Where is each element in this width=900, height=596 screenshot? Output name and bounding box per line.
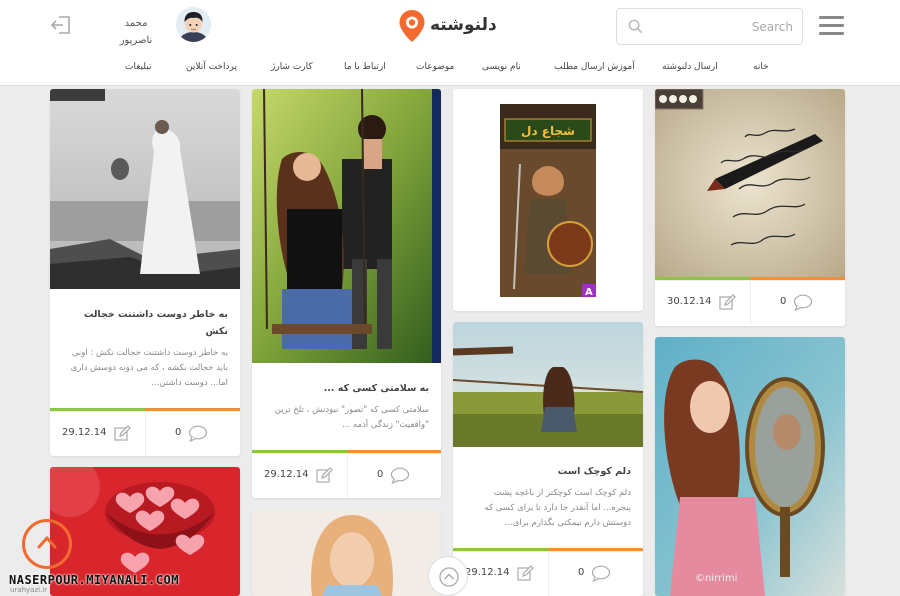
post-meta: 29.12.14 0 [50, 411, 240, 456]
post-meta: 29.12.14 0 [252, 453, 441, 498]
post-title[interactable]: به خاطر دوست داشتنت خجالت نکش [62, 306, 228, 340]
post-excerpt: سلامتی کسی که "تصور" نبودنش ، تلخ ترین "… [274, 405, 429, 430]
avatar[interactable] [176, 7, 211, 42]
post-image[interactable] [252, 510, 441, 596]
post-image[interactable] [252, 89, 441, 363]
location-pin-icon [399, 10, 425, 42]
post-meta: 30.12.14 0 [655, 280, 845, 325]
post-title[interactable]: دلم کوچک است [465, 463, 631, 480]
post-image[interactable] [50, 89, 240, 289]
post-excerpt: دلم کوچک است کوچکتر از باغچه پشت پنجره..… [484, 488, 631, 528]
post-meta: 29.12.14 0 [453, 551, 643, 596]
post-card[interactable]: به خاطر دوست داشتنت خجالت نکش به خاطر دو… [50, 89, 240, 456]
search-icon[interactable] [628, 19, 643, 34]
scroll-up-button[interactable] [428, 556, 468, 596]
post-excerpt: به خاطر دوست داشتنت خجالت نکش : اونی بای… [70, 348, 228, 388]
menu-icon[interactable] [819, 16, 844, 36]
comment-icon[interactable] [188, 425, 208, 442]
site-mark-text: urahyazi.ir [10, 586, 48, 594]
search-box [616, 8, 803, 45]
nav-item-charge-card[interactable]: کارت شارژ [271, 62, 313, 72]
chevron-up-icon [37, 536, 57, 549]
nav-item-online-payment[interactable]: پرداخت آنلاین [186, 62, 237, 72]
user-last-name: ناصرپور [119, 35, 153, 46]
logo-text: دلنوشته [430, 15, 497, 35]
post-image[interactable]: A شجاع دل [500, 104, 596, 297]
nav-item-home[interactable]: خانه [753, 62, 769, 72]
logout-icon[interactable] [50, 14, 72, 36]
post-image[interactable] [453, 322, 643, 447]
post-date: 30.12.14 [667, 296, 712, 307]
user-name[interactable]: محمد ناصرپور [100, 15, 172, 49]
nav-item-contact[interactable]: ارتباط با ما [344, 62, 386, 72]
site-logo[interactable]: دلنوشته [398, 9, 498, 43]
watermark-text: NASERPOUR.MIYANALI.COM [9, 573, 179, 587]
edit-icon[interactable] [719, 294, 736, 311]
comment-count: 0 [175, 427, 182, 438]
game-title: شجاع دل [521, 124, 575, 138]
post-date: 29.12.14 [62, 427, 107, 438]
comment-count: 0 [780, 296, 787, 307]
comment-count: 0 [377, 469, 384, 480]
comment-count: 0 [578, 567, 585, 578]
comment-icon[interactable] [793, 294, 813, 311]
user-first-name: محمد [124, 18, 148, 29]
comment-icon[interactable] [390, 467, 410, 484]
post-card[interactable]: دلم کوچک است دلم کوچک است کوچکتر از باغچ… [453, 322, 643, 596]
nav-item-topics[interactable]: موضوعات [416, 62, 454, 72]
post-card[interactable] [252, 510, 441, 596]
comment-icon[interactable] [591, 565, 611, 582]
post-date: 29.12.14 [264, 469, 309, 480]
post-card[interactable]: به سلامتی کسی که ... سلامتی کسی که "تصور… [252, 89, 441, 498]
site-header: دلنوشته محمد ناصرپور خانه ارسال دلنوشته … [0, 0, 900, 86]
post-image[interactable]: ©nirrimi [655, 337, 845, 596]
edit-icon[interactable] [517, 565, 534, 582]
chevron-up-icon [439, 567, 459, 587]
post-title[interactable]: به سلامتی کسی که ... [264, 380, 429, 397]
photo-credit: ©nirrimi [695, 573, 738, 584]
back-to-top-button[interactable] [22, 519, 72, 569]
search-input[interactable] [653, 17, 793, 37]
post-card[interactable]: A شجاع دل [453, 89, 643, 311]
game-badge: A [585, 287, 593, 297]
nav-item-register[interactable]: نام نویسی [482, 62, 521, 72]
post-card[interactable]: 30.12.14 0 [655, 89, 845, 326]
nav-item-ads[interactable]: تبلیغات [125, 62, 151, 72]
edit-icon[interactable] [114, 425, 131, 442]
main-nav: خانه ارسال دلنوشته آموزش ارسال مطلب نام … [100, 62, 800, 78]
post-card[interactable]: ©nirrimi [655, 337, 845, 596]
post-image[interactable] [655, 89, 845, 277]
edit-icon[interactable] [316, 467, 333, 484]
nav-item-tutorial[interactable]: آموزش ارسال مطلب [554, 62, 635, 72]
nav-item-send-note[interactable]: ارسال دلنوشته [662, 62, 718, 72]
post-date: 29.12.14 [465, 567, 510, 578]
